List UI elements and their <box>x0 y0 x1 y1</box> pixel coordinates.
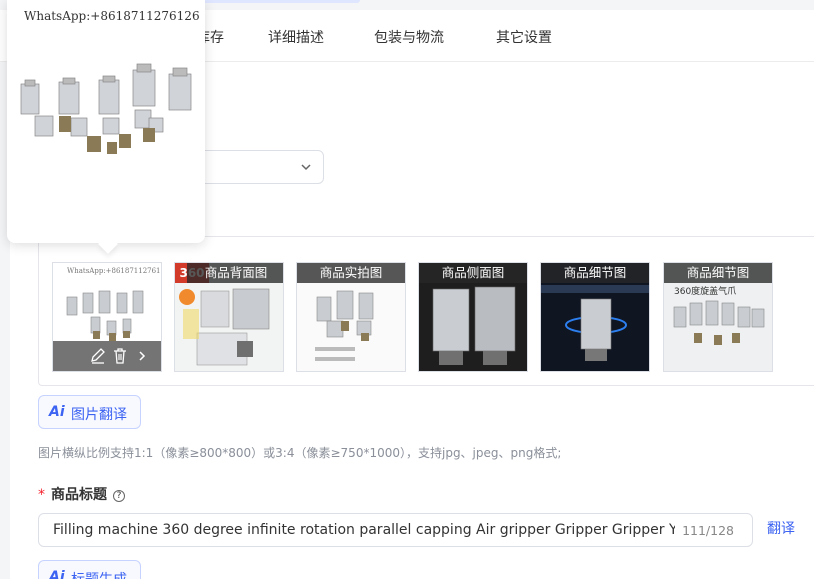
product-title-text: 商品标题 <box>51 487 107 503</box>
tab-other-settings[interactable]: 其它设置 <box>496 27 552 47</box>
ai-icon: Ai <box>49 569 65 579</box>
image-preview-popover: WhatsApp:+8618711276126 <box>7 0 205 254</box>
help-icon[interactable]: ? <box>113 490 125 502</box>
title-generate-button[interactable]: Ai 标题生成 <box>38 560 141 579</box>
product-title-value[interactable]: Filling machine 360 degree infinite rota… <box>53 522 675 538</box>
product-image-side[interactable]: 商品侧面图 <box>418 262 528 372</box>
image-caption: 商品细节图 <box>664 263 772 283</box>
product-image-real[interactable]: 商品实拍图 <box>296 262 406 372</box>
active-indicator <box>200 0 360 3</box>
image-caption: 商品细节图 <box>541 263 649 283</box>
image-translate-button[interactable]: Ai 图片翻译 <box>38 395 141 429</box>
chevron-down-icon <box>301 164 311 171</box>
chevron-right-icon[interactable] <box>133 347 151 365</box>
tab-packaging-logistics[interactable]: 包装与物流 <box>374 27 444 47</box>
tab-detailed-description[interactable]: 详细描述 <box>268 27 324 47</box>
required-mark: * <box>38 487 45 503</box>
ai-icon: Ai <box>49 404 65 420</box>
image-watermark: WhatsApp:+8618711276126 <box>67 267 162 275</box>
product-image-main[interactable]: WhatsApp:+8618711276126 <box>52 262 162 372</box>
image-requirements-hint: 图片横纵比例支持1:1（像素≥800*800）或3:4（像素≥750*1000）… <box>38 446 562 460</box>
edit-icon[interactable] <box>89 347 107 365</box>
image-caption: 商品背面图 <box>187 263 283 283</box>
title-generate-label: 标题生成 <box>71 569 127 579</box>
image-caption: 商品实拍图 <box>297 263 405 283</box>
image-caption: 商品侧面图 <box>419 263 527 283</box>
translate-link[interactable]: 翻译 <box>767 518 795 538</box>
product-title-label: * 商品标题? <box>38 484 125 504</box>
product-image-back[interactable]: 360 商品背面图 <box>174 262 284 372</box>
char-count: 111/128 <box>682 523 734 538</box>
preview-watermark: WhatsApp:+8618711276126 <box>24 9 200 23</box>
trash-icon[interactable] <box>111 347 129 365</box>
image-translate-label: 图片翻译 <box>71 407 127 423</box>
product-image-detail-2[interactable]: 360度旋盖气爪 商品细节图 <box>663 262 773 372</box>
product-image-detail[interactable]: 商品细节图 <box>540 262 650 372</box>
image-actions-overlay <box>53 341 161 371</box>
image-subtext: 360度旋盖气爪 <box>674 287 737 297</box>
product-title-input[interactable]: Filling machine 360 degree infinite rota… <box>38 513 753 547</box>
preview-product-photo <box>20 63 192 154</box>
category-select[interactable] <box>190 150 324 184</box>
